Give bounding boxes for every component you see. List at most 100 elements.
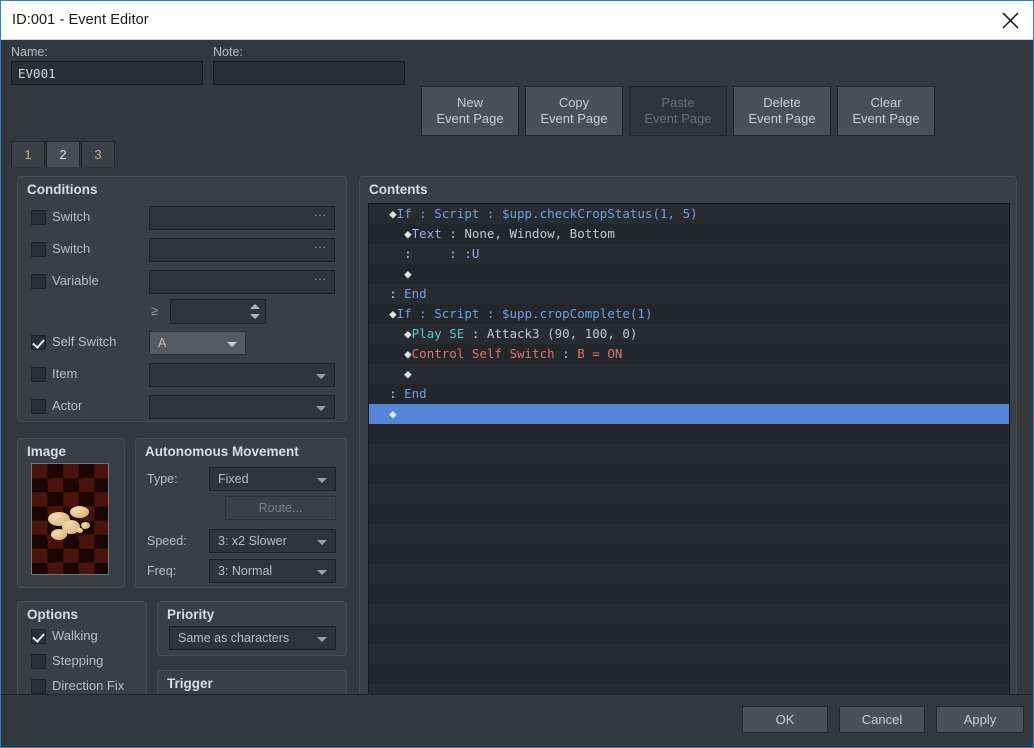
condition-variable-checkbox[interactable] [31, 274, 46, 289]
priority-title: Priority [167, 607, 214, 622]
spinner-down-icon[interactable] [250, 314, 260, 319]
dialog-body: Name: Note: New Event Page Copy Event Pa… [1, 40, 1033, 694]
event-command-row[interactable]: ◆Control Self Switch : B = ON [369, 344, 1009, 364]
note-input[interactable] [213, 61, 405, 85]
event-command-empty-row[interactable] [369, 484, 1009, 504]
contents-title: Contents [369, 182, 428, 197]
option-walking-checkbox[interactable] [31, 629, 46, 644]
spinner-up-icon[interactable] [250, 304, 260, 309]
movement-route-label: Route... [259, 501, 303, 515]
tab-page-3[interactable]: 3 [81, 141, 115, 167]
option-stepping-checkbox[interactable] [31, 654, 46, 669]
movement-speed-value: 3: x2 Slower [218, 534, 287, 548]
condition-comparison-value-spinner[interactable] [170, 299, 266, 324]
cancel-button[interactable]: Cancel [839, 706, 925, 733]
condition-variable-field[interactable]: ⋯ [149, 270, 335, 294]
event-command-empty-row[interactable] [369, 424, 1009, 444]
clear-event-page-button[interactable]: Clear Event Page [837, 86, 935, 136]
condition-switch-2-field[interactable]: ⋯ [149, 238, 335, 262]
event-command-empty-row[interactable] [369, 624, 1009, 644]
condition-item-checkbox[interactable] [31, 367, 46, 382]
event-command-row[interactable]: ◆ [369, 404, 1009, 424]
close-icon[interactable] [987, 2, 1033, 39]
condition-self-switch-label: Self Switch [52, 334, 116, 349]
image-group: Image [17, 438, 125, 588]
event-command-row[interactable]: ◆ [369, 264, 1009, 284]
new-event-page-button[interactable]: New Event Page [421, 86, 519, 136]
delete-event-page-line2: Event Page [734, 111, 830, 127]
command-text: Text [412, 226, 442, 241]
copy-event-page-button[interactable]: Copy Event Page [525, 86, 623, 136]
dialog-button-bar: OK Cancel Apply [1, 694, 1033, 747]
event-command-row[interactable]: ◆Text : None, Window, Bottom [369, 224, 1009, 244]
image-title: Image [27, 444, 66, 459]
condition-switch-2-checkbox[interactable] [31, 242, 46, 257]
event-editor-window: ID:001 - Event Editor Name: Note: New Ev… [0, 0, 1034, 748]
priority-value: Same as characters [178, 631, 289, 645]
movement-speed-label: Speed: [147, 534, 187, 548]
command-text: : None, Window, Bottom [442, 226, 615, 241]
condition-switch-1-field[interactable]: ⋯ [149, 206, 335, 230]
movement-freq-select[interactable]: 3: Normal [209, 559, 336, 583]
movement-type-select[interactable]: Fixed [209, 467, 336, 491]
condition-switch-1-checkbox[interactable] [31, 210, 46, 225]
priority-group: Priority Same as characters [157, 601, 347, 656]
chevron-down-icon [317, 540, 327, 545]
event-command-empty-row[interactable] [369, 644, 1009, 664]
spinner-arrows-icon[interactable] [249, 302, 261, 322]
clear-event-page-line2: Event Page [838, 111, 934, 127]
tab-page-1[interactable]: 1 [11, 141, 45, 167]
event-command-list[interactable]: ◆If : Script : $upp.checkCropStatus(1, 5… [368, 203, 1010, 717]
event-command-row[interactable]: : : :U [369, 244, 1009, 264]
autonomous-movement-title: Autonomous Movement [145, 444, 299, 459]
command-text: : [389, 286, 404, 301]
condition-self-switch-checkbox[interactable] [31, 335, 46, 350]
character-image-preview[interactable] [31, 463, 109, 575]
ellipsis-icon: ⋯ [314, 208, 327, 222]
clear-event-page-line1: Clear [838, 95, 934, 111]
condition-item-select[interactable] [149, 363, 335, 387]
event-command-empty-row[interactable] [369, 524, 1009, 544]
condition-self-switch-select[interactable]: A [149, 331, 246, 355]
apply-button[interactable]: Apply [936, 706, 1024, 733]
movement-speed-select[interactable]: 3: x2 Slower [209, 529, 336, 553]
tab-page-2[interactable]: 2 [46, 141, 80, 167]
event-command-empty-row[interactable] [369, 544, 1009, 564]
event-command-empty-row[interactable] [369, 564, 1009, 584]
command-bullet-icon: ◆ [404, 366, 412, 381]
condition-actor-checkbox[interactable] [31, 399, 46, 414]
chevron-down-icon [317, 637, 327, 642]
condition-actor-label: Actor [52, 398, 82, 413]
note-label: Note: [213, 45, 243, 59]
ok-button[interactable]: OK [742, 706, 828, 733]
event-command-empty-row[interactable] [369, 604, 1009, 624]
event-command-empty-row[interactable] [369, 504, 1009, 524]
window-title: ID:001 - Event Editor [12, 12, 149, 28]
event-command-row[interactable]: : End [369, 384, 1009, 404]
priority-select[interactable]: Same as characters [169, 626, 336, 650]
command-text: End [404, 386, 427, 401]
event-command-empty-row[interactable] [369, 444, 1009, 464]
chevron-down-icon [317, 478, 327, 483]
trigger-title: Trigger [167, 676, 213, 691]
event-command-empty-row[interactable] [369, 464, 1009, 484]
new-event-page-line2: Event Page [422, 111, 518, 127]
event-command-row[interactable]: ◆If : Script : $upp.cropComplete(1) [369, 304, 1009, 324]
condition-switch-2-label: Switch [52, 241, 90, 256]
paste-event-page-button: Paste Event Page [629, 86, 727, 136]
event-command-row[interactable]: ◆If : Script : $upp.checkCropStatus(1, 5… [369, 204, 1009, 224]
command-text: End [404, 286, 427, 301]
copy-event-page-line1: Copy [526, 95, 622, 111]
name-input[interactable] [11, 61, 203, 85]
option-stepping-label: Stepping [52, 653, 103, 668]
condition-actor-select[interactable] [149, 395, 335, 419]
event-command-row[interactable]: ◆ [369, 364, 1009, 384]
event-command-empty-row[interactable] [369, 664, 1009, 684]
delete-event-page-button[interactable]: Delete Event Page [733, 86, 831, 136]
event-command-row[interactable]: : End [369, 284, 1009, 304]
option-direction-fix-checkbox[interactable] [31, 679, 46, 694]
copy-event-page-line2: Event Page [526, 111, 622, 127]
event-command-empty-row[interactable] [369, 584, 1009, 604]
event-command-row[interactable]: ◆Play SE : Attack3 (90, 100, 0) [369, 324, 1009, 344]
new-event-page-line1: New [422, 95, 518, 111]
